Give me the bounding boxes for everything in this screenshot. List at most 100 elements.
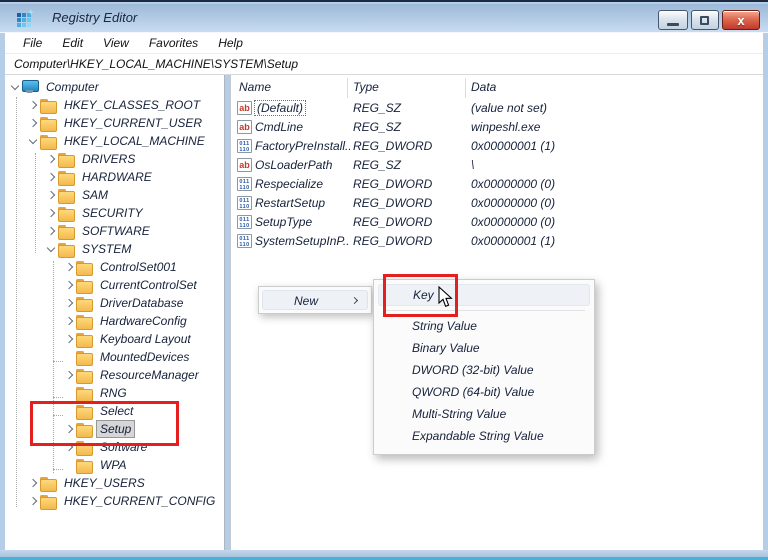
tree-expand-icon[interactable] [62,314,76,328]
tree-expand-icon[interactable] [26,98,40,112]
value-data: winpeshl.exe [471,120,540,134]
tree-item-computer[interactable]: Computer [5,78,225,96]
tree-item-label: ResourceManager [96,366,203,384]
column-divider[interactable] [347,78,348,98]
submenu-item-multi-string-value[interactable]: Multi-String Value [378,403,590,425]
tree-expand-icon[interactable] [26,116,40,130]
tree-item-system[interactable]: SYSTEM [5,240,225,258]
tree-expand-icon[interactable] [44,170,58,184]
tree-item-controlset001[interactable]: ControlSet001 [5,258,225,276]
tree-expand-icon[interactable] [8,80,22,94]
titlebar[interactable]: Registry Editor x [0,4,768,33]
tree-item-hardwareconfig[interactable]: HardwareConfig [5,312,225,330]
submenu-arrow-icon [351,297,358,304]
registry-value-row-restartsetup[interactable]: 011110 RestartSetup REG_DWORD 0x00000000… [231,194,764,213]
tree-item-resourcemanager[interactable]: ResourceManager [5,366,225,384]
tree-expand-icon[interactable] [62,458,76,472]
tree-item-hkey-users[interactable]: HKEY_USERS [5,474,225,492]
maximize-button[interactable] [691,10,719,30]
tree-expand-icon[interactable] [26,134,40,148]
tree-item-security[interactable]: SECURITY [5,204,225,222]
folder-icon [76,261,92,274]
tree-item-sam[interactable]: SAM [5,186,225,204]
tree-expand-icon[interactable] [44,188,58,202]
menu-file[interactable]: File [13,34,52,52]
tree-expand-icon[interactable] [62,386,76,400]
string-value-icon: ab [237,158,252,172]
minimize-button[interactable] [658,10,688,30]
tree-expand-icon[interactable] [26,476,40,490]
value-type: REG_DWORD [353,196,432,210]
menu-view[interactable]: View [93,34,139,52]
submenu-item-expandable-string-value[interactable]: Expandable String Value [378,425,590,447]
column-divider[interactable] [465,78,466,98]
registry-value-row-cmdline[interactable]: ab CmdLine REG_SZ winpeshl.exe [231,118,764,137]
menu-edit[interactable]: Edit [52,34,93,52]
tree-item-hkey-classes-root[interactable]: HKEY_CLASSES_ROOT [5,96,225,114]
tree-expand-icon[interactable] [44,152,58,166]
registry-value-row-default[interactable]: ab (Default) REG_SZ (value not set) [231,99,764,118]
tree-item-label: Computer [42,78,103,96]
tree-expand-icon[interactable] [26,494,40,508]
string-value-icon: ab [237,101,252,115]
value-type: REG_DWORD [353,139,432,153]
tree-expand-icon[interactable] [62,332,76,346]
column-header-name[interactable]: Name [239,80,271,94]
dword-value-icon: 011110 [237,215,252,229]
value-name: OsLoaderPath [255,158,332,172]
tree-expand-icon[interactable] [44,242,58,256]
tree-expand-icon[interactable] [44,224,58,238]
folder-icon [58,207,74,220]
close-button[interactable]: x [722,10,760,30]
column-header-data[interactable]: Data [471,80,496,94]
column-header-type[interactable]: Type [353,80,379,94]
addressbar[interactable]: Computer\HKEY_LOCAL_MACHINE\SYSTEM\Setup [5,54,763,75]
tree-item-label: Keyboard Layout [96,330,195,348]
tree-item-label: HardwareConfig [96,312,191,330]
registry-path: Computer\HKEY_LOCAL_MACHINE\SYSTEM\Setup [5,57,298,71]
submenu-item-qword-64-bit-value[interactable]: QWORD (64-bit) Value [378,381,590,403]
registry-value-row-factorypreinstall[interactable]: 011110 FactoryPreInstall... REG_DWORD 0x… [231,137,764,156]
tree-expand-icon[interactable] [62,350,76,364]
tree-item-driverdatabase[interactable]: DriverDatabase [5,294,225,312]
dword-value-icon: 011110 [237,139,252,153]
tree-expand-icon[interactable] [62,296,76,310]
tree-item-keyboard-layout[interactable]: Keyboard Layout [5,330,225,348]
tree-item-drivers[interactable]: DRIVERS [5,150,225,168]
value-data: (value not set) [471,101,547,115]
registry-value-row-osloaderpath[interactable]: ab OsLoaderPath REG_SZ \ [231,156,764,175]
value-name: SystemSetupInP... [255,234,350,248]
tree-expand-icon[interactable] [62,260,76,274]
tree-item-hkey-current-user[interactable]: HKEY_CURRENT_USER [5,114,225,132]
folder-icon [76,387,92,400]
tree-expand-icon[interactable] [62,368,76,382]
registry-value-row-respecialize[interactable]: 011110 Respecialize REG_DWORD 0x00000000… [231,175,764,194]
tree-item-hkey-current-config[interactable]: HKEY_CURRENT_CONFIG [5,492,225,510]
tree-item-label: WPA [96,456,130,474]
registry-value-row-setuptype[interactable]: 011110 SetupType REG_DWORD 0x00000000 (0… [231,213,764,232]
submenu-item-string-value[interactable]: String Value [378,315,590,337]
tree-item-currentcontrolset[interactable]: CurrentControlSet [5,276,225,294]
window-title: Registry Editor [52,10,137,25]
folder-icon [40,99,56,112]
tree-expand-icon[interactable] [44,206,58,220]
folder-icon [76,333,92,346]
registry-value-row-systemsetupinp[interactable]: 011110 SystemSetupInP... REG_DWORD 0x000… [231,232,764,251]
menu-help[interactable]: Help [208,34,253,52]
tree-item-hardware[interactable]: HARDWARE [5,168,225,186]
tree-item-hkey-local-machine[interactable]: HKEY_LOCAL_MACHINE [5,132,225,150]
folder-icon [76,459,92,472]
tree-item-software[interactable]: SOFTWARE [5,222,225,240]
tree-item-label: MountedDevices [96,348,193,366]
value-name: RestartSetup [255,196,325,210]
tree-expand-icon[interactable] [62,278,76,292]
dword-value-icon: 011110 [237,177,252,191]
tree-item-rng[interactable]: RNG [5,384,225,402]
context-menu-item-new[interactable]: New [262,290,368,310]
tree-item-label: DriverDatabase [96,294,187,312]
menu-favorites[interactable]: Favorites [139,34,208,52]
tree-item-mounteddevices[interactable]: MountedDevices [5,348,225,366]
submenu-item-binary-value[interactable]: Binary Value [378,337,590,359]
tree-item-wpa[interactable]: WPA [5,456,225,474]
submenu-item-dword-32-bit-value[interactable]: DWORD (32-bit) Value [378,359,590,381]
